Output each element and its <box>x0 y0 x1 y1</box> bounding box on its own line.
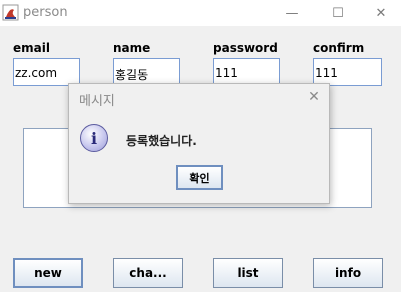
password-field[interactable]: 111 <box>213 58 280 86</box>
change-button[interactable]: cha... <box>113 258 183 288</box>
email-label: email <box>13 41 50 55</box>
confirm-field[interactable]: 111 <box>313 58 382 86</box>
minimize-button[interactable]: — <box>269 0 315 26</box>
email-field[interactable]: zz.com <box>13 58 80 86</box>
name-label: name <box>113 41 151 55</box>
password-label: password <box>213 41 278 55</box>
list-button[interactable]: list <box>213 258 283 288</box>
maximize-button[interactable]: ☐ <box>315 0 361 26</box>
title-bar: person — ☐ ✕ <box>0 0 401 26</box>
dialog-ok-button[interactable]: 확인 <box>176 165 223 190</box>
window-title: person <box>23 5 68 20</box>
dialog-title: 메시지 <box>79 94 115 109</box>
message-dialog: 메시지 ✕ i 등록했습니다. 확인 <box>68 83 330 204</box>
confirm-label: confirm <box>313 41 365 55</box>
dialog-close-icon[interactable]: ✕ <box>302 87 326 107</box>
dialog-message: 등록했습니다. <box>126 134 197 148</box>
new-button[interactable]: new <box>13 258 83 288</box>
info-button[interactable]: info <box>313 258 383 288</box>
name-field[interactable]: 홍길동 <box>113 58 180 86</box>
info-icon: i <box>80 124 108 152</box>
close-button[interactable]: ✕ <box>361 0 401 26</box>
java-app-icon <box>2 4 19 21</box>
